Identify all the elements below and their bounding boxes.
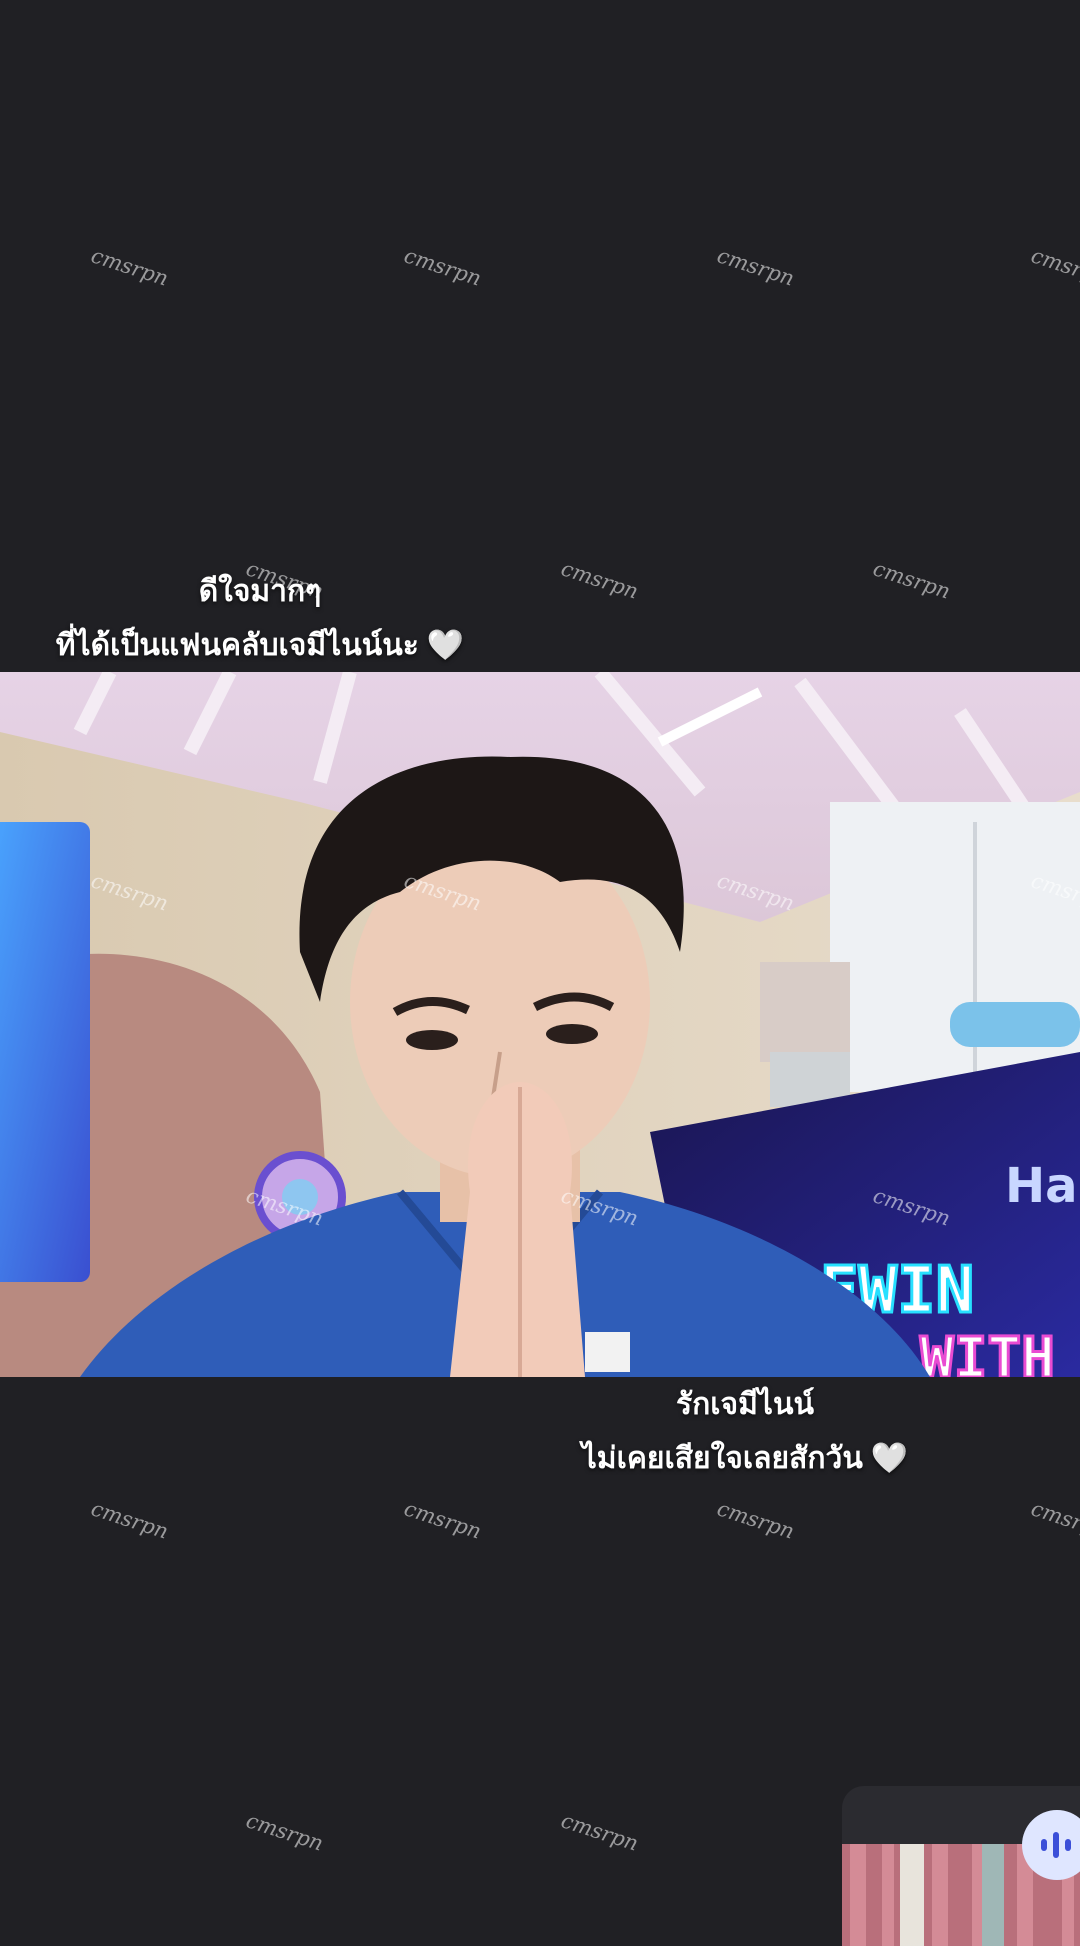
watermark: cmsrpn xyxy=(714,1496,798,1544)
watermark: cmsrpn xyxy=(714,243,798,291)
watermark: cmsrpn xyxy=(401,243,485,291)
white-heart-icon: 🤍 xyxy=(426,628,465,663)
caption-bottom-line-2-text: ไม่เคยเสียใจเลยสักวัน xyxy=(581,1441,863,1476)
watermark: cmsrpn xyxy=(243,1808,327,1856)
watermark: cmsrpn xyxy=(558,556,642,604)
screen-text-3: WITH xyxy=(920,1326,1055,1377)
watermark: cmsrpn xyxy=(1028,1496,1080,1544)
caption-bottom-line-2: ไม่เคยเสียใจเลยสักวัน 🤍 xyxy=(545,1432,945,1486)
caption-top-line-2: ที่ได้เป็นแฟนคลับเจมีไนน์นะ 🤍 xyxy=(0,619,520,673)
caption-bottom-line-1: รักเจมีไนน์ xyxy=(676,1387,814,1422)
watermark: cmsrpn xyxy=(88,1496,172,1544)
caption-top: ดีใจมากๆ ที่ได้เป็นแฟนคลับเจมีไนน์นะ 🤍 xyxy=(0,565,520,673)
watermark: cmsrpn xyxy=(401,1496,485,1544)
caption-top-line-2-text: ที่ได้เป็นแฟนคลับเจมีไนน์นะ xyxy=(55,628,419,663)
watermark: cmsrpn xyxy=(558,1808,642,1856)
video-illustration: Hai EWIN WITH xyxy=(0,672,1080,1377)
watermark: cmsrpn xyxy=(1028,243,1080,291)
caption-bottom: รักเจมีไนน์ ไม่เคยเสียใจเลยสักวัน 🤍 xyxy=(545,1378,945,1486)
video-frame[interactable]: Hai EWIN WITH xyxy=(0,672,1080,1377)
white-heart-icon: 🤍 xyxy=(870,1441,909,1476)
watermark: cmsrpn xyxy=(88,243,172,291)
audio-waveform-icon xyxy=(1041,1832,1071,1858)
watermark: cmsrpn xyxy=(870,556,954,604)
caption-top-line-1: ดีใจมากๆ xyxy=(198,574,322,609)
screen-text-1: Hai xyxy=(1005,1158,1080,1214)
